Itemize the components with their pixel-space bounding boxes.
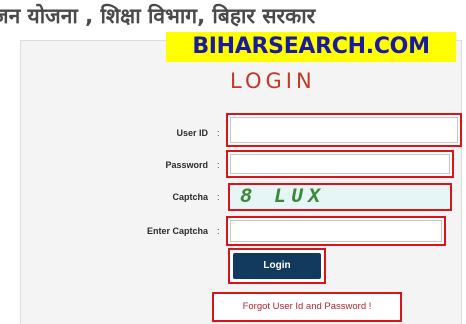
password-input[interactable] (230, 154, 450, 174)
login-button-highlight: Login (228, 248, 326, 284)
captcha-label: Captcha (172, 192, 208, 202)
password-field-highlight (226, 150, 454, 178)
captcha-image: 8 LUX (228, 183, 452, 211)
watermark-banner: BIHARSEARCH.COM (166, 32, 456, 62)
watermark-text: BIHARSEARCH.COM (192, 34, 430, 59)
login-heading: LOGIN (230, 69, 316, 93)
user-id-input[interactable] (230, 117, 458, 143)
enter-captcha-label: Enter Captcha (146, 226, 208, 236)
enter-captcha-field-highlight (226, 216, 446, 246)
user-id-label: User ID (176, 128, 208, 138)
password-colon: : (217, 160, 220, 170)
enter-captcha-input[interactable] (230, 220, 442, 242)
forgot-link-highlight: Forgot User Id and Password ! (212, 292, 402, 322)
user-id-colon: : (217, 128, 220, 138)
captcha-code: 8 LUX (240, 186, 326, 209)
page-title: जन योजना , शिक्षा विभाग, बिहार सरकार (0, 4, 316, 28)
user-id-field-highlight (226, 113, 462, 147)
forgot-credentials-link[interactable]: Forgot User Id and Password ! (214, 294, 400, 320)
password-label: Password (165, 160, 208, 170)
enter-captcha-colon: : (217, 226, 220, 236)
login-button[interactable]: Login (233, 253, 321, 279)
captcha-colon: : (217, 192, 220, 202)
